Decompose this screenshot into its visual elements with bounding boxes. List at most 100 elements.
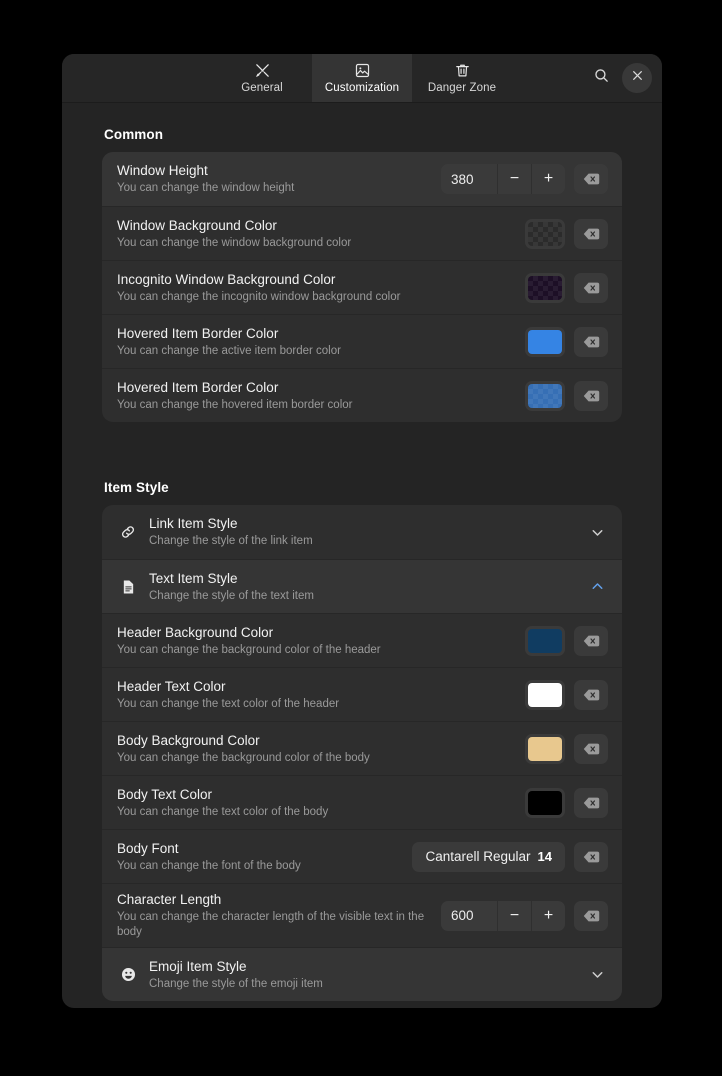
tools-icon (253, 62, 271, 80)
row-texts: Window Background Color You can change t… (117, 217, 525, 251)
row-incognito-window-background-color[interactable]: Incognito Window Background Color You ca… (102, 260, 622, 314)
window-height-stepper[interactable]: 380 − + (441, 164, 565, 194)
reset-button[interactable] (574, 381, 608, 411)
chevron-up-icon[interactable] (589, 578, 606, 595)
backspace-icon (583, 389, 600, 403)
row-title: Body Font (117, 840, 402, 857)
row-body-background-color[interactable]: Body Background Color You can change the… (102, 721, 622, 775)
tab-general[interactable]: General (212, 54, 312, 102)
character-length-decrement[interactable]: − (497, 901, 531, 931)
row-control (525, 273, 608, 303)
settings-scroll-area[interactable]: Common Window Height You can change the … (62, 103, 662, 1008)
row-title: Hovered Item Border Color (117, 379, 515, 396)
row-texts: Hovered Item Border Color You can change… (117, 325, 525, 359)
character-length-value[interactable]: 600 (441, 901, 497, 931)
row-title: Header Text Color (117, 678, 515, 695)
row-control (525, 327, 608, 357)
backspace-icon (583, 742, 600, 756)
section-spacer (102, 422, 622, 456)
row-subtitle: You can change the background color of t… (117, 751, 447, 766)
backspace-icon (583, 227, 600, 241)
close-icon (631, 69, 644, 87)
row-body-font[interactable]: Body Font You can change the font of the… (102, 829, 622, 883)
row-subtitle: You can change the text color of the bod… (117, 805, 447, 820)
reset-button[interactable] (574, 901, 608, 931)
expander-emoji-item-style[interactable]: Emoji Item Style Change the style of the… (102, 947, 622, 1001)
backspace-icon (583, 850, 600, 864)
row-title: Window Background Color (117, 217, 515, 234)
tab-customization[interactable]: Customization (312, 54, 412, 102)
row-active-item-border-color[interactable]: Hovered Item Border Color You can change… (102, 314, 622, 368)
row-control (525, 219, 608, 249)
close-button[interactable] (622, 63, 652, 93)
window-height-decrement[interactable]: − (497, 164, 531, 194)
expander-subtitle: Change the style of the text item (149, 589, 589, 604)
backspace-icon (583, 281, 600, 295)
chevron-down-icon[interactable] (589, 966, 606, 983)
row-character-length[interactable]: Character Length You can change the char… (102, 883, 622, 947)
swatch-fill (528, 384, 562, 408)
reset-button[interactable] (574, 626, 608, 656)
expander-link-item-style[interactable]: Link Item Style Change the style of the … (102, 505, 622, 559)
search-button[interactable] (586, 63, 616, 93)
expander-texts: Link Item Style Change the style of the … (141, 515, 589, 549)
row-subtitle: You can change the window height (117, 181, 431, 196)
color-swatch-window-background[interactable] (525, 219, 565, 249)
body-font-size: 14 (538, 849, 552, 864)
row-control: 600 − + (441, 901, 608, 931)
preferences-window: General Customization (62, 54, 662, 1008)
swatch-fill (528, 683, 562, 707)
color-swatch-header-text[interactable] (525, 680, 565, 710)
reset-button[interactable] (574, 680, 608, 710)
color-swatch-header-background[interactable] (525, 626, 565, 656)
backspace-icon (583, 172, 600, 186)
color-swatch-hovered-item-border[interactable] (525, 381, 565, 411)
window-height-increment[interactable]: + (531, 164, 565, 194)
swatch-fill (528, 791, 562, 815)
expander-texts: Text Item Style Change the style of the … (141, 570, 589, 604)
reset-button[interactable] (574, 842, 608, 872)
row-texts: Header Text Color You can change the tex… (117, 678, 525, 712)
reset-button[interactable] (574, 788, 608, 818)
row-title: Header Background Color (117, 624, 515, 641)
expander-title: Emoji Item Style (149, 958, 589, 975)
tab-danger-zone[interactable]: Danger Zone (412, 54, 512, 102)
row-subtitle: You can change the hovered item border c… (117, 398, 447, 413)
item-style-card: Link Item Style Change the style of the … (102, 505, 622, 1001)
reset-button[interactable] (574, 164, 608, 194)
color-swatch-incognito-background[interactable] (525, 273, 565, 303)
body-font-name: Cantarell Regular (425, 849, 530, 864)
row-texts: Header Background Color You can change t… (117, 624, 525, 658)
character-length-stepper[interactable]: 600 − + (441, 901, 565, 931)
row-window-height[interactable]: Window Height You can change the window … (102, 152, 622, 206)
body-font-button[interactable]: Cantarell Regular 14 (412, 842, 565, 872)
color-swatch-body-background[interactable] (525, 734, 565, 764)
window-height-value[interactable]: 380 (441, 164, 497, 194)
row-header-text-color[interactable]: Header Text Color You can change the tex… (102, 667, 622, 721)
swatch-fill (528, 276, 562, 300)
swatch-fill (528, 737, 562, 761)
section-title-common: Common (104, 127, 622, 142)
common-settings-card: Window Height You can change the window … (102, 152, 622, 422)
image-icon (353, 62, 371, 80)
character-length-increment[interactable]: + (531, 901, 565, 931)
color-swatch-body-text[interactable] (525, 788, 565, 818)
reset-button[interactable] (574, 219, 608, 249)
reset-button[interactable] (574, 734, 608, 764)
row-control (525, 680, 608, 710)
reset-button[interactable] (574, 327, 608, 357)
row-hovered-item-border-color[interactable]: Hovered Item Border Color You can change… (102, 368, 622, 422)
row-control (525, 626, 608, 656)
row-texts: Body Font You can change the font of the… (117, 840, 412, 874)
document-icon (115, 579, 141, 595)
window-header: General Customization (62, 54, 662, 103)
row-title: Body Background Color (117, 732, 515, 749)
reset-button[interactable] (574, 273, 608, 303)
expander-text-item-style[interactable]: Text Item Style Change the style of the … (102, 559, 622, 613)
color-swatch-active-item-border[interactable] (525, 327, 565, 357)
row-body-text-color[interactable]: Body Text Color You can change the text … (102, 775, 622, 829)
row-header-background-color[interactable]: Header Background Color You can change t… (102, 613, 622, 667)
chevron-down-icon[interactable] (589, 524, 606, 541)
row-window-background-color[interactable]: Window Background Color You can change t… (102, 206, 622, 260)
backspace-icon (583, 796, 600, 810)
